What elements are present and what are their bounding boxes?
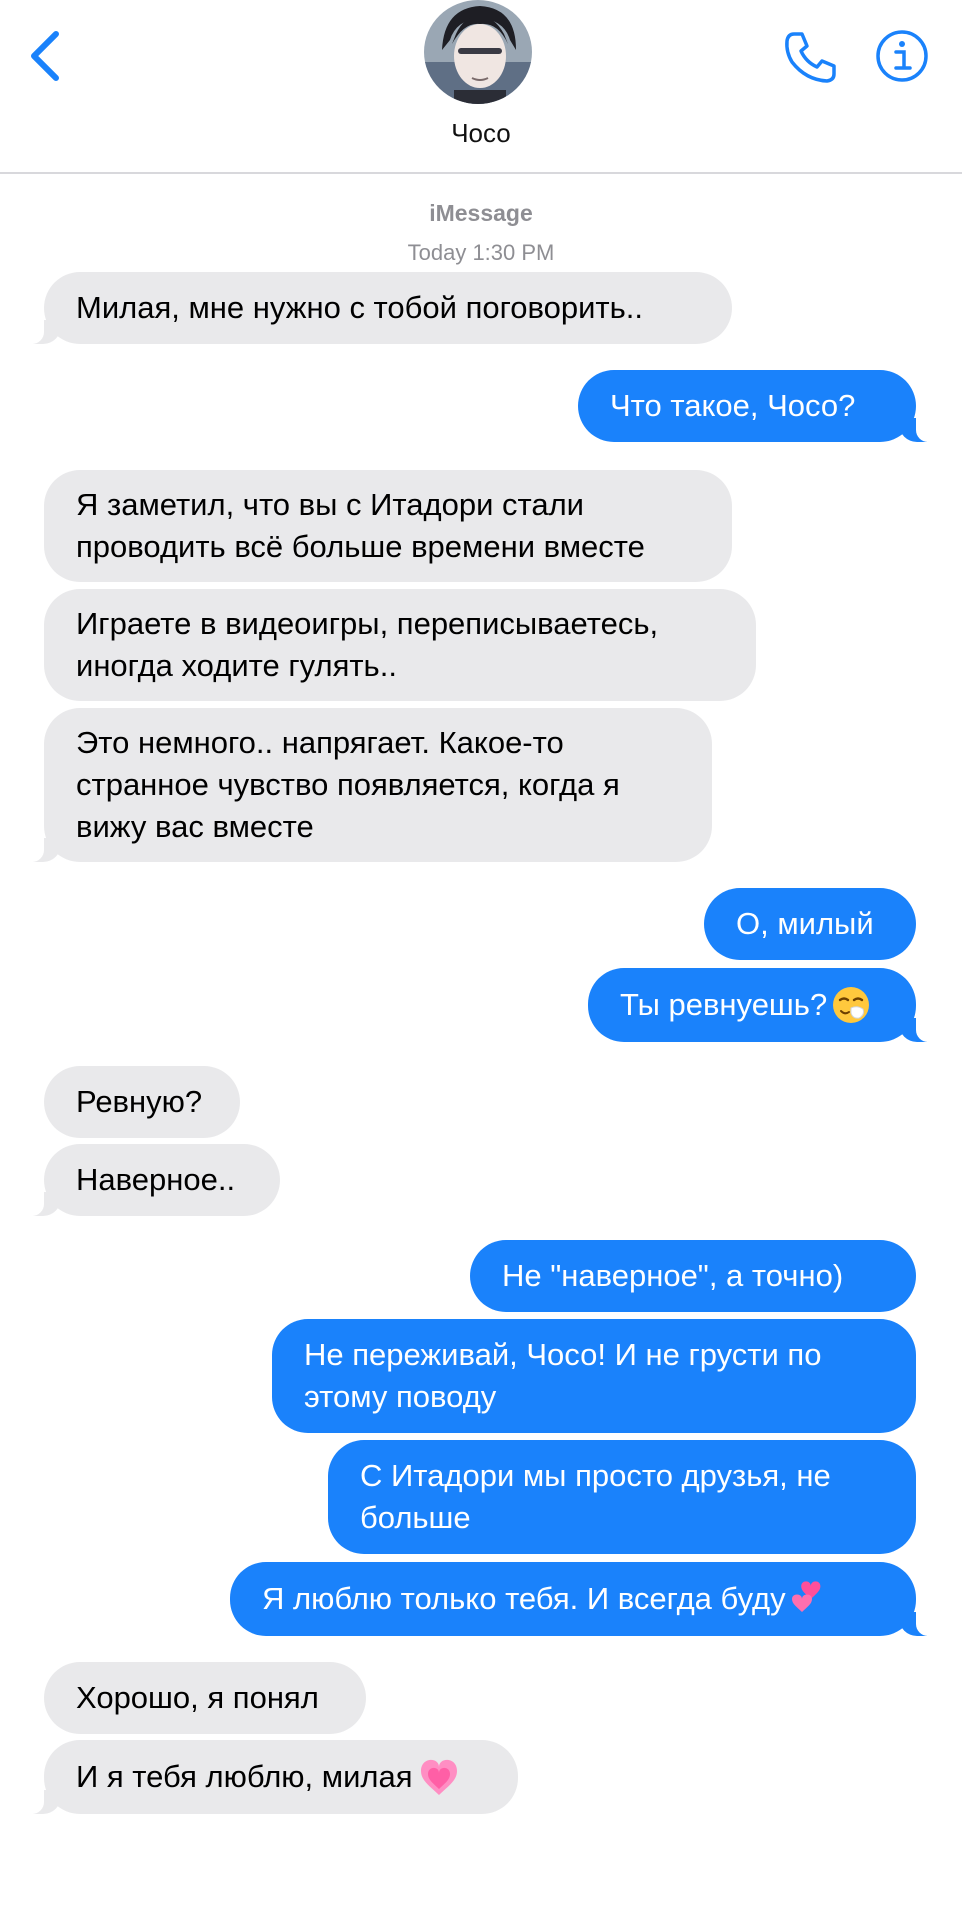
incoming-message[interactable]: Наверное.. xyxy=(22,1144,280,1216)
message-text: Что такое, Чосо? xyxy=(610,388,856,423)
message-text: С Итадори мы просто друзья, не больше xyxy=(360,1458,831,1535)
sneezing-face-emoji xyxy=(833,987,870,1023)
message-text: Ты ревнуешь? xyxy=(620,987,828,1022)
incoming-message[interactable]: И я тебя люблю, милая xyxy=(22,1740,518,1814)
message-text: Не переживай, Чосо! И не грусти по этому… xyxy=(304,1337,822,1414)
info-button[interactable] xyxy=(874,28,930,84)
incoming-message[interactable]: Ревную? xyxy=(44,1066,240,1138)
outgoing-message[interactable]: Ты ревнуешь? xyxy=(588,968,938,1042)
message-text: О, милый xyxy=(736,906,874,941)
conversation-header: Чосо xyxy=(0,0,962,174)
message-text: Ревную? xyxy=(76,1084,203,1119)
avatar[interactable] xyxy=(424,0,532,104)
incoming-message[interactable]: Это немного.. напрягает. Какое-то странн… xyxy=(22,708,712,862)
contact-name[interactable]: Чосо xyxy=(0,118,962,149)
call-button[interactable] xyxy=(780,28,840,88)
phone-icon xyxy=(785,32,836,83)
info-icon xyxy=(876,30,928,82)
outgoing-message[interactable]: Я люблю только тебя. И всегда буду xyxy=(230,1562,938,1636)
two-hearts-emoji xyxy=(791,1581,821,1612)
service-label: iMessage xyxy=(429,200,533,226)
message-text: Хорошо, я понял xyxy=(76,1680,319,1715)
outgoing-message[interactable]: Не переживай, Чосо! И не грусти по этому… xyxy=(272,1319,916,1433)
message-text: И я тебя люблю, милая xyxy=(76,1759,413,1794)
incoming-message[interactable]: Хорошо, я понял xyxy=(44,1662,366,1734)
message-text: Играете в видеоигры, переписываетесь, ин… xyxy=(76,606,659,683)
back-button[interactable] xyxy=(22,26,66,86)
message-text: Это немного.. напрягает. Какое-то странн… xyxy=(76,725,620,844)
outgoing-message[interactable]: Не "наверное", а точно) xyxy=(470,1240,916,1312)
incoming-message[interactable]: Милая, мне нужно с тобой поговорить.. xyxy=(22,272,732,344)
message-text: Милая, мне нужно с тобой поговорить.. xyxy=(76,290,643,325)
message-text: Наверное.. xyxy=(76,1162,236,1197)
outgoing-message[interactable]: Что такое, Чосо? xyxy=(578,370,938,442)
incoming-message[interactable]: Я заметил, что вы с Итадори стали провод… xyxy=(44,470,732,582)
outgoing-message[interactable]: О, милый xyxy=(704,888,916,960)
timestamp: Today 1:30 PM xyxy=(407,240,555,265)
message-text: Не "наверное", а точно) xyxy=(502,1258,844,1293)
message-text: Я люблю только тебя. И всегда буду xyxy=(262,1581,786,1616)
outgoing-message[interactable]: С Итадори мы просто друзья, не больше xyxy=(328,1440,916,1554)
message-text: Я заметил, что вы с Итадори стали провод… xyxy=(76,487,645,564)
growing-heart-emoji xyxy=(420,1759,457,1795)
chevron-left-icon xyxy=(31,31,59,81)
incoming-message[interactable]: Играете в видеоигры, переписываетесь, ин… xyxy=(44,589,756,701)
